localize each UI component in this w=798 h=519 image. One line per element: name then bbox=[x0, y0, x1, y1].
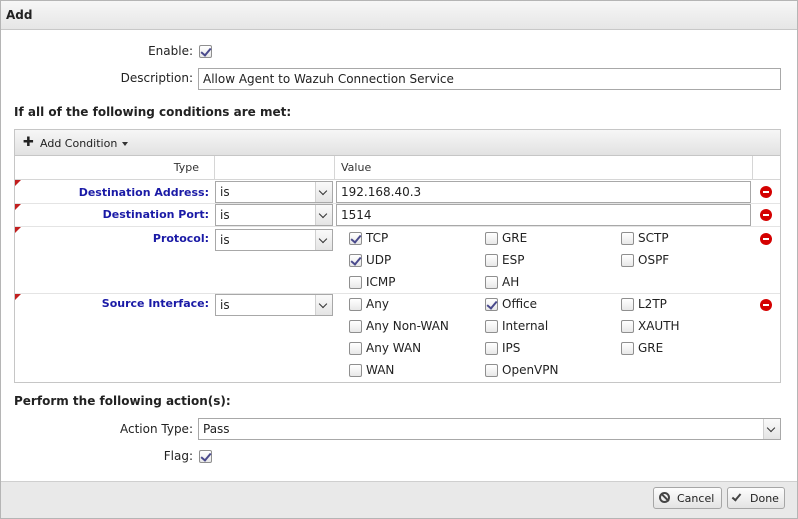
checkbox[interactable] bbox=[621, 320, 634, 333]
checkbox[interactable] bbox=[349, 364, 362, 377]
checkbox[interactable] bbox=[485, 364, 498, 377]
checkbox[interactable] bbox=[485, 342, 498, 355]
chevron-down-icon bbox=[315, 182, 332, 202]
operator-select[interactable]: is bbox=[215, 181, 333, 203]
chevron-down-icon bbox=[315, 295, 332, 315]
checkbox[interactable] bbox=[349, 254, 362, 267]
dialog-footer: Cancel Done bbox=[1, 481, 797, 518]
checkbox[interactable] bbox=[349, 276, 362, 289]
type-column-header: Type bbox=[15, 156, 215, 179]
checkbox[interactable] bbox=[621, 254, 634, 267]
checkbox[interactable] bbox=[485, 232, 498, 245]
checkbox[interactable] bbox=[621, 342, 634, 355]
checkbox[interactable] bbox=[349, 342, 362, 355]
checkbox[interactable] bbox=[349, 320, 362, 333]
dialog-title: Add bbox=[6, 8, 33, 22]
checkbox[interactable] bbox=[349, 232, 362, 245]
destination-address-input[interactable]: 192.168.40.3 bbox=[336, 181, 751, 203]
dialog-titlebar[interactable]: Add bbox=[1, 1, 797, 30]
chevron-down-icon bbox=[315, 230, 332, 250]
plus-icon: ✚ bbox=[23, 135, 34, 150]
chevron-down-icon bbox=[315, 205, 332, 225]
conditions-header: Type Value bbox=[15, 156, 780, 180]
remove-icon[interactable] bbox=[760, 209, 772, 221]
add-condition-label: Add Condition bbox=[40, 137, 118, 150]
actions-section-title: Perform the following action(s): bbox=[14, 394, 231, 408]
checkbox[interactable] bbox=[485, 320, 498, 333]
destination-port-input[interactable]: 1514 bbox=[336, 204, 751, 226]
flag-label: Flag: bbox=[163, 449, 193, 463]
condition-row-destination-address: Destination Address: is 192.168.40.3 bbox=[15, 180, 780, 204]
conditions-section-title: If all of the following conditions are m… bbox=[14, 105, 292, 119]
description-input[interactable]: Allow Agent to Wazuh Connection Service bbox=[198, 68, 781, 90]
description-label: Description: bbox=[120, 71, 193, 85]
checkmark-icon bbox=[731, 491, 742, 502]
checkbox[interactable] bbox=[485, 276, 498, 289]
remove-icon[interactable] bbox=[760, 233, 772, 245]
remove-icon[interactable] bbox=[760, 186, 772, 198]
condition-type-label: Destination Address: bbox=[78, 186, 209, 199]
condition-type-label: Destination Port: bbox=[102, 208, 209, 221]
action-type-select[interactable]: Pass bbox=[198, 418, 781, 440]
condition-type-label: Source Interface: bbox=[101, 297, 209, 310]
checkbox[interactable] bbox=[349, 298, 362, 311]
condition-row-protocol: Protocol: is TCP GRE SCTP UDP ESP OSPF I… bbox=[15, 227, 780, 294]
checkbox[interactable] bbox=[485, 298, 498, 311]
operator-column-header bbox=[215, 156, 335, 179]
cancel-icon bbox=[659, 492, 670, 503]
enable-label: Enable: bbox=[148, 44, 193, 58]
flag-checkbox[interactable] bbox=[199, 450, 212, 463]
caret-down-icon bbox=[122, 142, 128, 146]
action-type-label: Action Type: bbox=[119, 422, 193, 436]
done-button[interactable]: Done bbox=[727, 487, 785, 509]
chevron-down-icon bbox=[763, 419, 780, 439]
value-column-header: Value bbox=[335, 156, 753, 179]
checkbox[interactable] bbox=[621, 232, 634, 245]
condition-row-destination-port: Destination Port: is 1514 bbox=[15, 204, 780, 227]
operator-select[interactable]: is bbox=[215, 294, 333, 316]
condition-type-label: Protocol: bbox=[152, 232, 209, 245]
operator-select[interactable]: is bbox=[215, 204, 333, 226]
enable-checkbox[interactable] bbox=[199, 45, 212, 58]
conditions-grid: ✚ Add Condition Type Value Destination A… bbox=[14, 129, 781, 383]
condition-row-source-interface: Source Interface: is Any Office L2TP Any… bbox=[15, 294, 780, 382]
remove-icon[interactable] bbox=[760, 299, 772, 311]
cancel-button[interactable]: Cancel bbox=[653, 487, 722, 509]
checkbox[interactable] bbox=[621, 298, 634, 311]
checkbox[interactable] bbox=[485, 254, 498, 267]
operator-select[interactable]: is bbox=[215, 229, 333, 251]
conditions-toolbar: ✚ Add Condition bbox=[15, 130, 780, 156]
add-rule-dialog: Add Enable: Description: Allow Agent to … bbox=[0, 0, 798, 519]
